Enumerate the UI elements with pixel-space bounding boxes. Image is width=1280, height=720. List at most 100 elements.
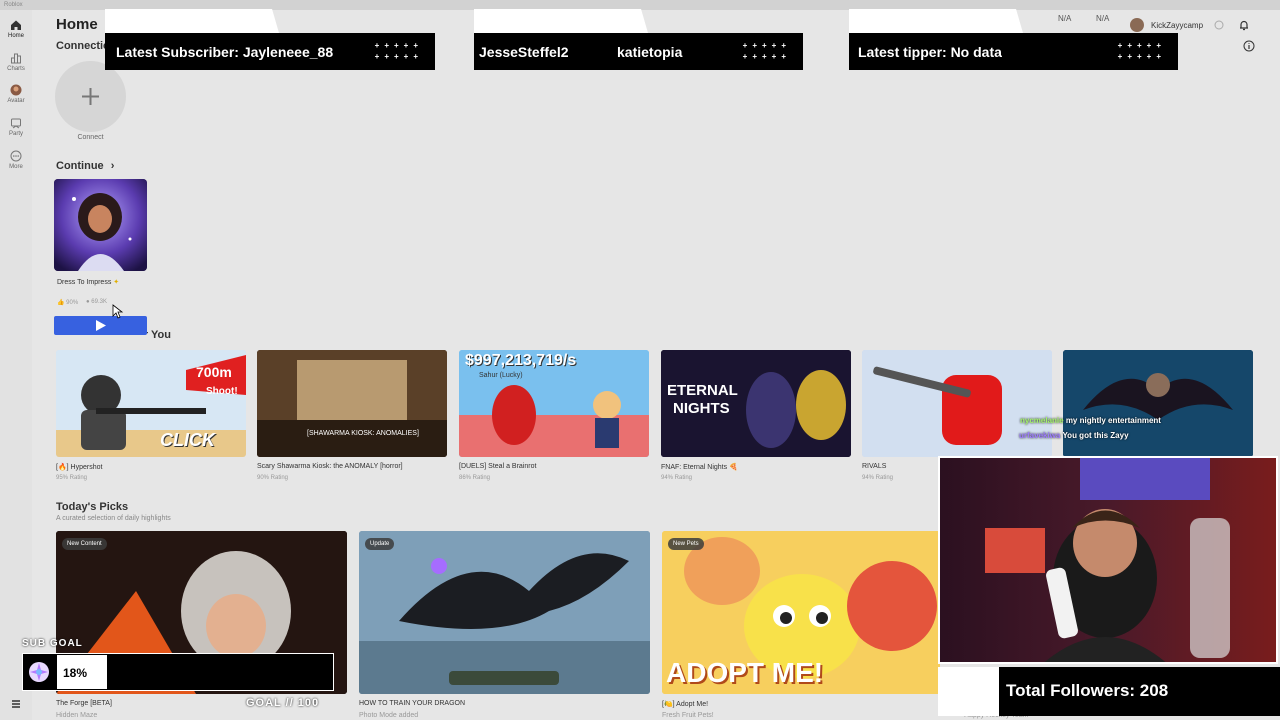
avatar-icon <box>10 84 22 96</box>
pick-subtitle-dragon: Photo Mode added <box>359 712 419 719</box>
game-rating-shawarma: 90% Rating <box>257 475 289 481</box>
recommended-heading[interactable]: Recommended For You <box>147 329 171 341</box>
more-icon <box>10 150 22 162</box>
brainrot-art-money: $997,213,719/s <box>465 352 577 369</box>
chat-line: urfavekiwa You got this Zayy <box>1019 431 1129 440</box>
game-rating-fnaf: 94% Rating <box>661 475 693 481</box>
chevron-right-icon: › <box>110 160 115 172</box>
dragon-art <box>359 531 650 694</box>
collapse-sidebar-icon[interactable] <box>10 698 22 710</box>
game-title-rivals[interactable]: RIVALS <box>862 463 886 470</box>
fnaf-art-title1: ETERNAL <box>667 382 738 399</box>
premium-icon <box>1214 20 1224 30</box>
notifications-icon[interactable] <box>1238 19 1250 31</box>
total-followers-text: Total Followers: 208 <box>1006 681 1169 700</box>
play-button[interactable] <box>54 316 147 335</box>
ticker-name: JesseSteffel2 <box>479 44 569 60</box>
sub-goal-target: GOAL // 100 <box>246 697 320 709</box>
pick-badge-dragon: Update <box>365 538 395 550</box>
banner-plus-pattern: +++++ +++++ <box>374 41 423 61</box>
pick-badge-forge: New Content <box>62 538 107 550</box>
sub-goal-title: SUB GOAL <box>22 638 83 649</box>
nav-home[interactable]: Home <box>0 19 32 39</box>
continue-card-title: Dress To Impress ✦ <box>57 279 120 286</box>
nav-more[interactable]: More <box>0 150 32 170</box>
pick-title-dragon[interactable]: HOW TO TRAIN YOUR DRAGON <box>359 700 465 707</box>
game-rating-rivals: 94% Rating <box>862 475 894 481</box>
game-thumbnail-brainrot[interactable]: $997,213,719/s Sahur (Lucky) <box>459 350 649 457</box>
nav-charts[interactable]: Charts <box>0 52 32 72</box>
webcam-image <box>940 458 1276 662</box>
brainrot-art-label: Sahur (Lucky) <box>479 372 523 379</box>
game-thumbnail-hypershot[interactable]: 700m Shoot! CLICK <box>56 350 246 457</box>
pick-subtitle-adoptme: Fresh Fruit Pets! <box>662 712 714 719</box>
charts-icon <box>11 53 21 64</box>
robux-balance-a: N/A <box>1058 14 1072 23</box>
sidebar: Home Charts Avatar Party More <box>0 10 32 720</box>
chat-message: my nightly entertainment <box>1065 416 1161 425</box>
game-thumbnail-sixth[interactable] <box>1063 350 1253 457</box>
followers-box-accent <box>938 667 999 716</box>
robux-balance-b: N/A <box>1096 14 1110 23</box>
nav-home-label: Home <box>7 33 24 39</box>
banner-tab-middle <box>474 9 648 33</box>
continue-card-title-text: Dress To Impress <box>57 279 112 286</box>
pick-thumbnail-adoptme[interactable]: New Pets ADOPT ME! <box>662 531 940 694</box>
play-icon <box>96 320 106 331</box>
pick-title-adoptme[interactable]: [🍋] Adopt Me! <box>662 700 708 708</box>
nav-more-label: More <box>9 164 23 170</box>
sub-goal-star-icon <box>29 662 49 682</box>
chat-username: nycmelanie <box>1020 416 1064 425</box>
chat-username: urfavekiwa <box>1019 431 1061 440</box>
plus-icon <box>82 88 99 105</box>
hypershot-art-click: CLICK <box>160 430 215 450</box>
players-icon: ● <box>86 299 90 305</box>
username[interactable]: KickZayycamp <box>1151 21 1203 30</box>
game-title-brainrot[interactable]: [DUELS] Steal a Brainrot <box>459 463 536 470</box>
game-thumbnail-shawarma[interactable]: [SHAWARMA KIOSK: ANOMALIES] <box>257 350 447 457</box>
dress-to-impress-art <box>54 179 147 271</box>
nav-charts-label: Charts <box>7 66 25 72</box>
banner-plus-pattern: +++++ +++++ <box>742 41 791 61</box>
banner-tab-left <box>105 9 279 33</box>
pick-thumbnail-dragon[interactable]: Update <box>359 531 650 694</box>
continue-heading-label: Continue <box>56 160 104 172</box>
nav-party[interactable]: Party <box>0 117 32 137</box>
adoptme-art-title: ADOPT ME! <box>666 657 824 688</box>
connect-label: Connect <box>77 134 104 141</box>
sixth-game-art <box>1063 350 1253 457</box>
shawarma-art-caption: [SHAWARMA KIOSK: ANOMALIES] <box>307 430 419 437</box>
chat-line: nycmelanie my nightly entertainment <box>1020 416 1161 425</box>
continue-card-thumbnail[interactable] <box>54 179 147 271</box>
connections-heading[interactable]: Connections <box>56 40 108 52</box>
window-title: Roblox <box>4 2 23 8</box>
fnaf-art-title2: NIGHTS <box>673 400 730 417</box>
ticker-name: katietopia <box>617 44 683 60</box>
game-thumbnail-rivals[interactable] <box>862 350 1052 457</box>
chat-message: You got this Zayy <box>1062 431 1129 440</box>
mouse-cursor-icon <box>112 304 124 319</box>
game-rating-hypershot: 95% Rating <box>56 475 88 481</box>
latest-subscriber-banner: Latest Subscriber: Jayleneee_88 +++++ +++… <box>105 33 435 70</box>
home-icon <box>11 20 21 30</box>
game-thumbnail-fnaf[interactable]: ETERNAL NIGHTS <box>661 350 851 457</box>
party-icon <box>11 118 21 129</box>
continue-card-rating: 👍 90% <box>57 299 78 306</box>
game-title-shawarma[interactable]: Scary Shawarma Kiosk: the ANOMALY [horro… <box>257 463 403 470</box>
rivals-art <box>862 350 1052 457</box>
nav-avatar[interactable]: Avatar <box>0 84 32 104</box>
nav-avatar-label: Avatar <box>7 98 25 104</box>
sub-goal-percent: 18% <box>63 666 88 680</box>
webcam-feed <box>938 456 1278 664</box>
thumbs-up-icon: 👍 <box>57 300 65 306</box>
latest-tipper-banner: Latest tipper: No data +++++ +++++ <box>849 33 1178 70</box>
continue-heading[interactable]: Continue › <box>56 160 114 172</box>
ticker-banner: JesseSteffel2 katietopia +++++ +++++ <box>474 33 803 70</box>
game-title-fnaf[interactable]: FNAF: Eternal Nights 🍕 <box>661 463 738 471</box>
game-title-hypershot[interactable]: [🔥] Hypershot <box>56 463 102 471</box>
pick-title-forge[interactable]: The Forge [BETA] <box>56 700 112 707</box>
connect-button[interactable] <box>55 61 126 132</box>
user-avatar[interactable] <box>1130 18 1144 32</box>
info-icon[interactable] <box>1243 40 1255 52</box>
total-followers-banner: Total Followers: 208 <box>999 667 1280 716</box>
